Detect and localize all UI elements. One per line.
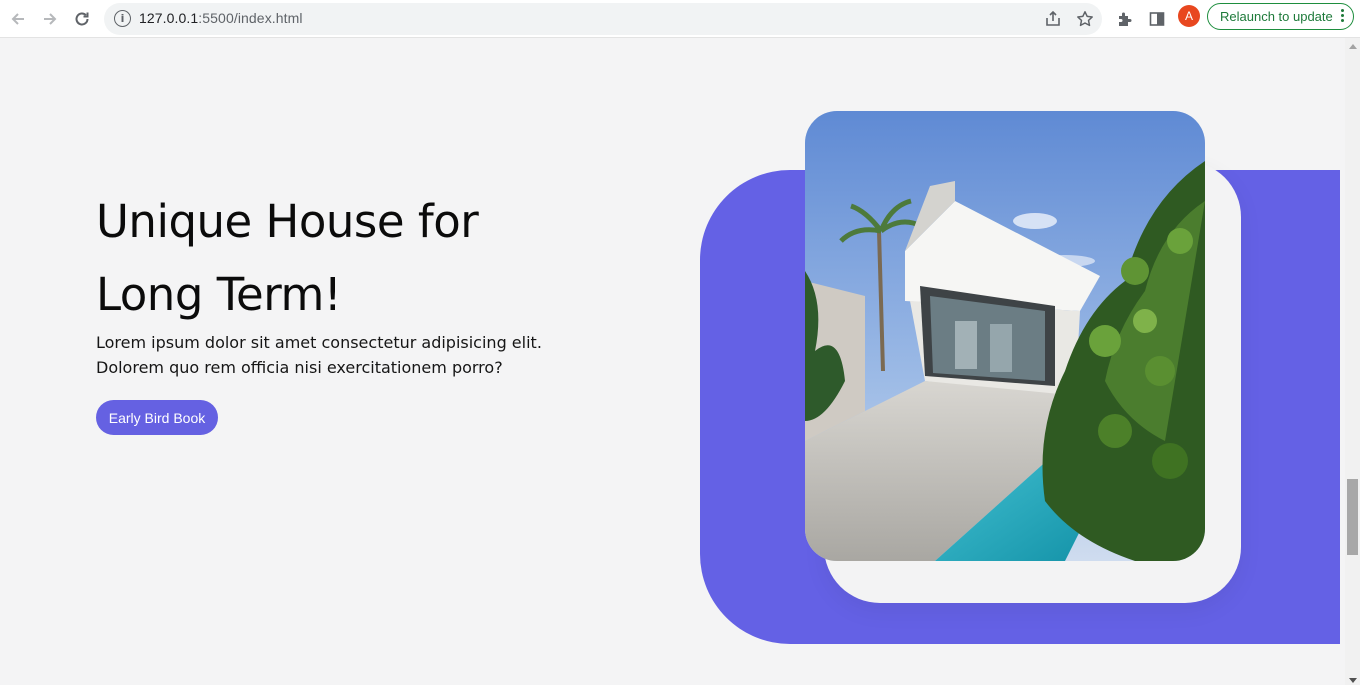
- browser-toolbar: i 127.0.0.1:5500/index.html A Relaunch t…: [0, 0, 1360, 38]
- back-arrow-icon[interactable]: [5, 6, 31, 32]
- share-icon[interactable]: [1041, 7, 1065, 31]
- reload-icon[interactable]: [69, 6, 95, 32]
- hero-description: Lorem ipsum dolor sit amet consectetur a…: [96, 333, 542, 377]
- url-text[interactable]: 127.0.0.1:5500/index.html: [139, 10, 303, 26]
- side-panel-icon[interactable]: [1144, 6, 1170, 32]
- avatar-letter: A: [1184, 9, 1193, 23]
- house-photo: [805, 111, 1205, 561]
- forward-arrow-icon[interactable]: [37, 6, 63, 32]
- relaunch-button[interactable]: Relaunch to update: [1207, 3, 1354, 30]
- scrollbar-thumb[interactable]: [1347, 479, 1358, 555]
- url-host: 127.0.0.1: [139, 10, 199, 26]
- bookmark-star-icon[interactable]: [1073, 7, 1097, 31]
- hero-title: Unique House for Long Term!: [96, 185, 616, 331]
- early-bird-book-button[interactable]: Early Bird Book: [96, 400, 218, 435]
- page-scrollbar[interactable]: [1345, 38, 1360, 685]
- scroll-down-arrow-icon[interactable]: [1349, 678, 1357, 683]
- address-bar[interactable]: i 127.0.0.1:5500/index.html: [104, 3, 1102, 35]
- site-info-icon[interactable]: i: [114, 10, 131, 27]
- hero-title-line-1: Unique House for: [96, 195, 479, 248]
- more-menu-icon[interactable]: [1341, 9, 1344, 22]
- relaunch-label: Relaunch to update: [1220, 9, 1333, 24]
- hero-title-line-2: Long Term!: [96, 268, 342, 321]
- extensions-puzzle-icon[interactable]: [1112, 6, 1138, 32]
- url-path: :5500/index.html: [198, 10, 303, 26]
- profile-avatar[interactable]: A: [1178, 5, 1200, 27]
- scroll-up-arrow-icon[interactable]: [1349, 44, 1357, 49]
